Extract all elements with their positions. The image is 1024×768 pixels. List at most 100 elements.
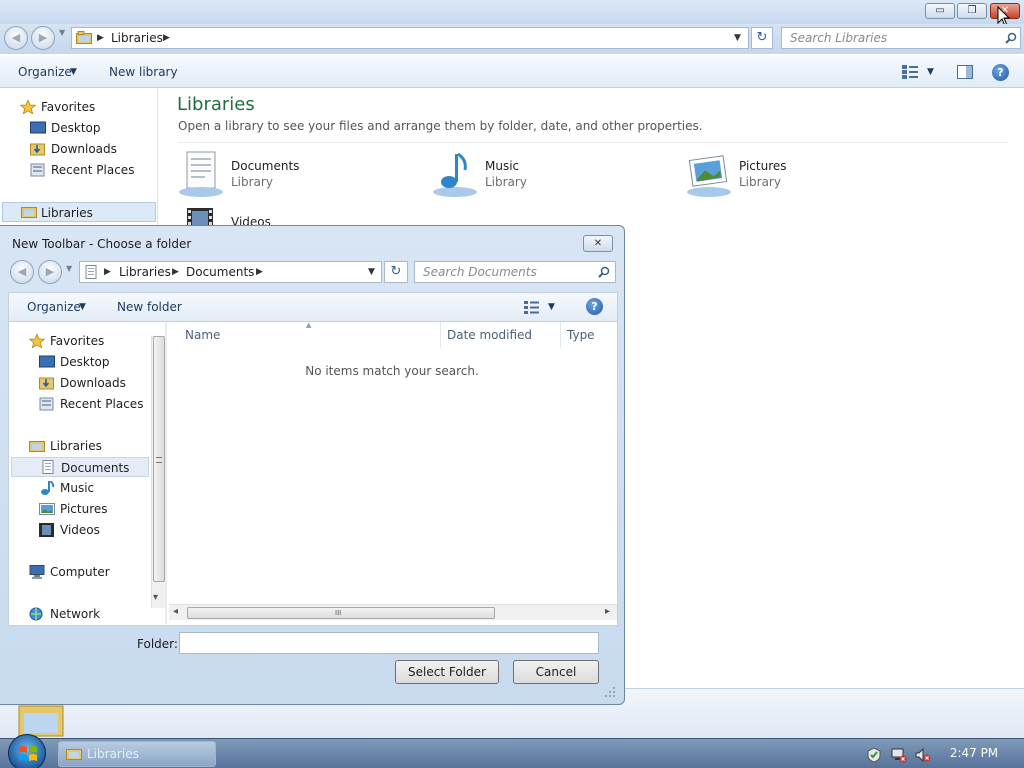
nav-favorites-label: Favorites [41, 100, 96, 114]
search-box[interactable]: Search Libraries [781, 27, 1021, 49]
dialog-search-box[interactable]: Search Documents [414, 261, 616, 283]
nav-desktop-label: Desktop [60, 355, 110, 369]
address-dropdown-icon[interactable]: ▼ [734, 33, 741, 43]
nav-downloads-label: Downloads [60, 376, 126, 390]
organize-dropdown-icon[interactable]: ▼ [79, 293, 86, 321]
nav-libraries[interactable]: Libraries [2, 202, 156, 222]
help-button[interactable]: ? [586, 298, 603, 315]
libraries-icon [66, 749, 82, 760]
column-header-type[interactable]: Type [561, 322, 617, 348]
nav-libraries-label: Libraries [41, 206, 93, 220]
system-clock[interactable]: 2:47 PM [934, 739, 1014, 768]
folder-input[interactable] [179, 632, 599, 654]
nav-vertical-scrollbar[interactable]: ▾ [151, 336, 165, 608]
libraries-folder-icon [76, 31, 92, 44]
nav-documents-label: Documents [61, 461, 130, 475]
change-view-icon[interactable] [902, 65, 918, 79]
music-library-icon [433, 152, 477, 197]
dialog-body: Favorites Desktop Downloads Recent Place… [8, 321, 618, 626]
minimize-icon: ▭ [935, 5, 945, 16]
column-header-name[interactable]: Name [167, 322, 441, 348]
organize-dropdown-icon[interactable]: ▼ [70, 56, 77, 88]
nav-downloads[interactable]: Downloads [9, 373, 149, 393]
library-item-pictures[interactable]: Pictures Library [685, 150, 925, 200]
help-button[interactable]: ? [992, 64, 1009, 81]
file-list: Name ▲ Date modified Type No items match… [167, 321, 617, 624]
empty-message: No items match your search. [305, 364, 479, 378]
file-list-horizontal-scrollbar[interactable]: ◂ III ▸ [169, 604, 617, 620]
minimize-button[interactable]: ▭ [925, 3, 955, 19]
dialog-recent-pages-icon[interactable]: ▼ [66, 264, 72, 273]
recent-pages-arrow-icon[interactable]: ▼ [59, 28, 65, 37]
new-library-button[interactable]: New library [109, 56, 178, 88]
scroll-down-arrow-icon[interactable]: ▾ [153, 592, 158, 603]
volume-muted-icon[interactable] [915, 747, 931, 763]
forward-button[interactable]: ▶ [31, 26, 55, 50]
nav-computer[interactable]: Computer [9, 562, 149, 582]
view-options-dropdown-icon[interactable]: ▼ [927, 56, 934, 88]
library-item-name: Videos [231, 215, 271, 225]
page-title: Libraries [177, 94, 255, 115]
nav-favorites[interactable]: Favorites [9, 331, 149, 351]
start-button[interactable] [8, 734, 46, 768]
view-options-dropdown-icon[interactable]: ▼ [548, 293, 555, 321]
nav-recent-places[interactable]: Recent Places [0, 160, 158, 180]
breadcrumb-separator-icon[interactable]: ▶ [256, 262, 263, 282]
dialog-back-button[interactable]: ◀ [10, 260, 34, 284]
help-icon: ? [591, 300, 598, 313]
organize-button[interactable]: Organize [18, 56, 72, 88]
nav-music[interactable]: Music [9, 478, 149, 498]
nav-recent-places-label: Recent Places [51, 163, 135, 177]
dialog-refresh-button[interactable]: ↻ [384, 261, 408, 283]
library-item-videos[interactable]: Videos [177, 206, 417, 225]
nav-recent-places-label: Recent Places [60, 397, 144, 411]
search-placeholder: Search Documents [423, 265, 537, 279]
sort-ascending-icon: ▲ [306, 321, 312, 329]
library-item-type: Library [739, 175, 781, 189]
nav-desktop[interactable]: Desktop [0, 118, 158, 138]
breadcrumb-separator-icon[interactable]: ▶ [172, 262, 179, 282]
library-item-music[interactable]: Music Library [431, 150, 671, 200]
back-button[interactable]: ◀ [4, 26, 28, 50]
resize-grip-icon[interactable] [604, 686, 616, 698]
taskbar-item-libraries[interactable]: Libraries [58, 741, 216, 767]
address-bar[interactable]: ▶ Libraries ▶ ▼ [71, 27, 749, 49]
nav-network[interactable]: Network [9, 604, 149, 624]
cancel-button[interactable]: Cancel [513, 660, 599, 684]
nav-favorites[interactable]: Favorites [0, 97, 158, 117]
preview-pane-icon[interactable] [957, 65, 973, 79]
breadcrumb-libraries[interactable]: Libraries [111, 28, 163, 48]
select-folder-button[interactable]: Select Folder [395, 660, 499, 684]
new-folder-button[interactable]: New folder [117, 293, 182, 321]
nav-scroll-thumb[interactable] [153, 336, 165, 582]
nav-downloads[interactable]: Downloads [0, 139, 158, 159]
nav-recent-places[interactable]: Recent Places [9, 394, 149, 414]
scroll-right-arrow-icon[interactable]: ▸ [605, 605, 610, 619]
dialog-forward-button[interactable]: ▶ [38, 260, 62, 284]
refresh-button[interactable]: ↻ [751, 27, 773, 49]
network-status-icon[interactable] [891, 747, 907, 763]
dialog-close-button[interactable]: ✕ [583, 235, 613, 252]
breadcrumb-documents[interactable]: Documents [186, 262, 254, 282]
address-dropdown-icon[interactable]: ▼ [368, 267, 375, 277]
library-item-documents[interactable]: Documents Library [177, 150, 417, 200]
scroll-left-arrow-icon[interactable]: ◂ [173, 605, 178, 619]
organize-button[interactable]: Organize [27, 293, 81, 321]
breadcrumb-separator-icon[interactable]: ▶ [163, 28, 170, 48]
file-list-scroll-thumb[interactable]: III [187, 607, 495, 619]
nav-pictures[interactable]: Pictures [9, 499, 149, 519]
nav-documents-selected[interactable]: Documents [11, 457, 149, 477]
libraries-icon [29, 441, 45, 452]
restore-button[interactable]: ❐ [957, 3, 987, 19]
breadcrumb-libraries[interactable]: Libraries [119, 262, 171, 282]
nav-videos-label: Videos [60, 523, 100, 537]
library-item-name: Music [485, 159, 520, 173]
column-header-label: Date modified [447, 328, 533, 342]
action-center-icon[interactable] [866, 747, 882, 763]
change-view-icon[interactable] [524, 301, 539, 314]
nav-videos[interactable]: Videos [9, 520, 149, 540]
dialog-address-bar[interactable]: ▶ Libraries ▶ Documents ▶ ▼ [79, 261, 382, 283]
nav-desktop[interactable]: Desktop [9, 352, 149, 372]
column-header-date-modified[interactable]: Date modified [441, 322, 561, 348]
nav-libraries[interactable]: Libraries [9, 436, 149, 456]
